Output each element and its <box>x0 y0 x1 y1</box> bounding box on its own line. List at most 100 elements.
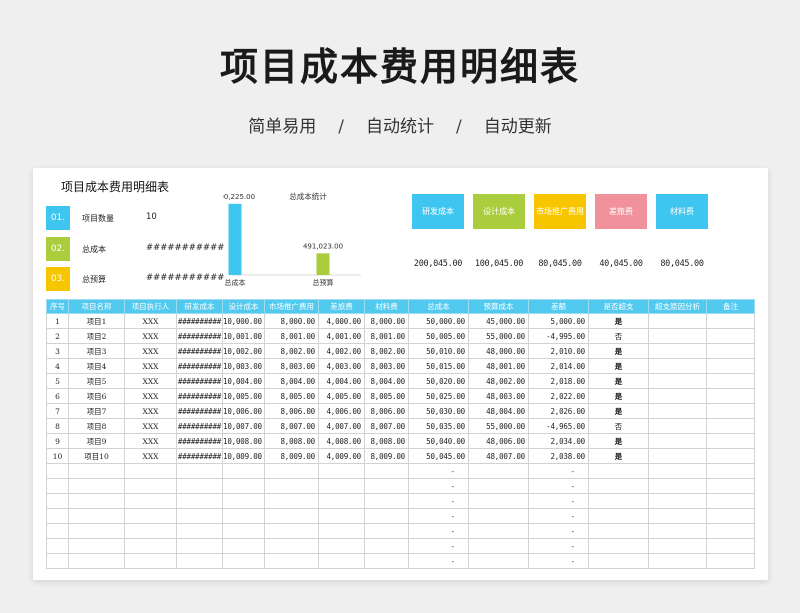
table-cell[interactable] <box>468 493 529 509</box>
table-cell[interactable]: - <box>528 553 589 569</box>
table-cell[interactable] <box>318 463 365 479</box>
table-cell[interactable] <box>648 313 707 329</box>
table-cell[interactable]: 48,007.00 <box>468 448 529 464</box>
table-cell[interactable]: 8,002.00 <box>364 343 409 359</box>
table-cell[interactable] <box>264 553 319 569</box>
table-cell[interactable]: 项目4 <box>68 358 125 374</box>
table-cell[interactable]: 3 <box>46 343 69 359</box>
stat-value[interactable]: ########### <box>146 243 224 253</box>
table-cell[interactable] <box>176 553 223 569</box>
table-cell[interactable]: 48,006.00 <box>468 433 529 449</box>
table-cell[interactable] <box>588 553 649 569</box>
table-cell[interactable] <box>318 523 365 539</box>
table-cell[interactable]: 50,000.00 <box>408 313 469 329</box>
table-cell[interactable] <box>706 448 755 464</box>
table-cell[interactable]: - <box>408 508 469 524</box>
table-cell[interactable]: 48,000.00 <box>468 343 529 359</box>
table-cell[interactable] <box>68 463 125 479</box>
table-cell[interactable]: 4,008.00 <box>318 433 365 449</box>
table-cell[interactable]: 8,005.00 <box>364 388 409 404</box>
table-cell[interactable]: 4,007.00 <box>318 418 365 434</box>
table-cell[interactable]: 2 <box>46 328 69 344</box>
table-cell[interactable]: 10,000.00 <box>222 313 265 329</box>
table-cell[interactable]: 项目9 <box>68 433 125 449</box>
table-cell[interactable] <box>364 478 409 494</box>
table-cell[interactable] <box>648 343 707 359</box>
table-cell[interactable] <box>264 508 319 524</box>
table-cell[interactable]: 8,004.00 <box>264 373 319 389</box>
table-cell[interactable]: XXX <box>124 403 177 419</box>
chart-bar[interactable] <box>228 203 242 275</box>
table-cell[interactable]: 8,000.00 <box>364 313 409 329</box>
category-card[interactable]: 设计成本 <box>473 194 525 229</box>
table-cell[interactable] <box>706 388 755 404</box>
table-cell[interactable]: 是 <box>588 313 649 329</box>
table-cell[interactable] <box>706 403 755 419</box>
table-cell[interactable]: XXX <box>124 388 177 404</box>
table-cell[interactable] <box>68 478 125 494</box>
table-cell[interactable] <box>68 538 125 554</box>
table-cell[interactable]: 是 <box>588 448 649 464</box>
table-cell[interactable] <box>176 508 223 524</box>
table-cell[interactable]: 是 <box>588 373 649 389</box>
table-cell[interactable] <box>222 508 265 524</box>
table-cell[interactable]: ########## <box>176 418 223 434</box>
table-cell[interactable] <box>706 538 755 554</box>
table-cell[interactable]: ########## <box>176 433 223 449</box>
table-cell[interactable] <box>706 433 755 449</box>
table-cell[interactable] <box>588 493 649 509</box>
table-cell[interactable]: 8,003.00 <box>264 358 319 374</box>
table-cell[interactable]: 项目3 <box>68 343 125 359</box>
cost-chart[interactable]: 总成本统计 500,225.00 总成本 491,023.00 总预算 <box>223 190 373 290</box>
table-cell[interactable]: XXX <box>124 328 177 344</box>
table-cell[interactable] <box>264 463 319 479</box>
table-cell[interactable] <box>648 388 707 404</box>
table-cell[interactable] <box>222 478 265 494</box>
table-cell[interactable]: 项目8 <box>68 418 125 434</box>
table-cell[interactable] <box>648 478 707 494</box>
table-cell[interactable]: 4 <box>46 358 69 374</box>
table-cell[interactable]: 10,005.00 <box>222 388 265 404</box>
table-cell[interactable] <box>706 373 755 389</box>
column-header[interactable]: 研发成本 <box>176 299 223 314</box>
table-cell[interactable]: -4,995.00 <box>528 328 589 344</box>
stat-value[interactable]: ########### <box>146 273 224 283</box>
table-cell[interactable] <box>706 508 755 524</box>
table-cell[interactable]: - <box>528 478 589 494</box>
table-cell[interactable]: 10 <box>46 448 69 464</box>
table-cell[interactable]: 8,006.00 <box>364 403 409 419</box>
column-header[interactable]: 预算成本 <box>468 299 529 314</box>
column-header[interactable]: 备注 <box>706 299 755 314</box>
table-cell[interactable]: 8,004.00 <box>364 373 409 389</box>
table-cell[interactable] <box>264 478 319 494</box>
table-cell[interactable] <box>124 523 177 539</box>
table-cell[interactable]: 48,002.00 <box>468 373 529 389</box>
column-header[interactable]: 项目名称 <box>68 299 125 314</box>
table-cell[interactable]: ########## <box>176 403 223 419</box>
table-cell[interactable]: 50,025.00 <box>408 388 469 404</box>
table-cell[interactable] <box>318 508 365 524</box>
table-cell[interactable]: 45,000.00 <box>468 313 529 329</box>
table-cell[interactable] <box>364 538 409 554</box>
table-cell[interactable] <box>46 508 69 524</box>
table-cell[interactable] <box>468 553 529 569</box>
table-cell[interactable] <box>176 478 223 494</box>
table-cell[interactable] <box>468 463 529 479</box>
table-cell[interactable]: 1 <box>46 313 69 329</box>
table-cell[interactable] <box>648 508 707 524</box>
table-cell[interactable] <box>706 313 755 329</box>
table-cell[interactable]: 55,000.00 <box>468 418 529 434</box>
table-cell[interactable]: 是 <box>588 403 649 419</box>
table-cell[interactable] <box>124 553 177 569</box>
table-cell[interactable]: ########## <box>176 388 223 404</box>
table-cell[interactable]: 是 <box>588 358 649 374</box>
table-cell[interactable]: 10,002.00 <box>222 343 265 359</box>
table-cell[interactable]: 8,000.00 <box>264 313 319 329</box>
category-card[interactable]: 差旅费 <box>595 194 647 229</box>
column-header[interactable]: 总成本 <box>408 299 469 314</box>
table-cell[interactable]: ########## <box>176 328 223 344</box>
table-cell[interactable]: 项目10 <box>68 448 125 464</box>
table-cell[interactable]: ########## <box>176 358 223 374</box>
table-cell[interactable]: XXX <box>124 343 177 359</box>
table-cell[interactable] <box>648 358 707 374</box>
